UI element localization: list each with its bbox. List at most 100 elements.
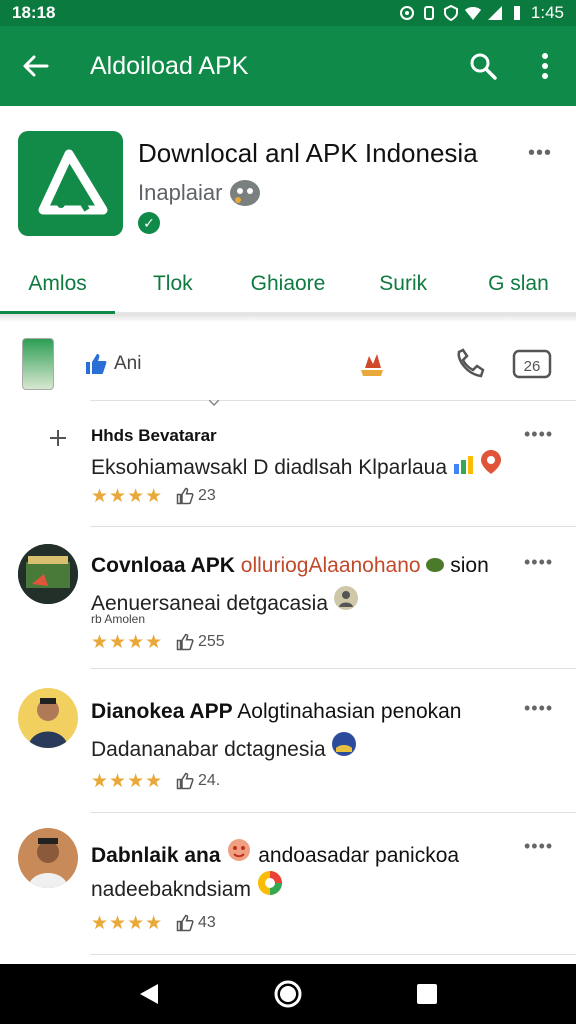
calendar-icon[interactable]: 26 (512, 346, 552, 382)
square-recents-icon (416, 984, 437, 1004)
svg-text:26: 26 (524, 358, 541, 375)
like-filter-label: Ani (114, 353, 142, 374)
tab-ghiaore[interactable]: Ghiaore (230, 256, 345, 312)
thumbs-up-icon (176, 772, 194, 790)
tab-tlok[interactable]: Tlok (115, 256, 230, 312)
verified-badge-icon: ✓ (138, 212, 160, 234)
triangle-back-icon (140, 984, 159, 1004)
status-icons: 1:45 (399, 3, 564, 23)
like-filter[interactable]: Ani (84, 352, 141, 376)
battery-icon (513, 6, 520, 20)
filter-row: Ani 26 (0, 330, 576, 398)
review-more-button[interactable]: •••• (524, 836, 553, 857)
like-count: 23 (198, 487, 216, 504)
review-author: Hhds Bevatarar (91, 426, 217, 445)
header-more-button[interactable]: ••• (528, 142, 552, 165)
tab-bar: Amlos Tlok Ghiaore Surik G slan (0, 256, 576, 314)
avatar[interactable] (18, 688, 78, 748)
developer-name[interactable]: Inaplaiar (138, 180, 222, 206)
globe-icon (331, 732, 356, 756)
like-count: 255 (198, 633, 225, 650)
thumbs-up-icon (86, 354, 107, 374)
status-time-right: 1:45 (530, 3, 564, 22)
divider (90, 812, 576, 813)
developer-avatar-icon (230, 180, 261, 206)
call-icon[interactable] (450, 346, 490, 382)
review-author: Covnloaa APK (91, 554, 235, 577)
developer-row[interactable]: Inaplaiar (138, 178, 262, 208)
app-logo-icon (18, 131, 123, 236)
phone-thumbnail-icon[interactable] (22, 338, 54, 390)
review-author: Dabnlaik ana (91, 844, 221, 867)
tab-shadow (0, 314, 576, 322)
bar-chart-icon (453, 456, 473, 474)
screen: 18:18 1:45 Aldoiload APK Downlocal anl A… (0, 0, 576, 1024)
review-text: Eksohiamawsakl D diadlsah Klparlaua (91, 450, 501, 480)
app-name: Downlocal anl APK Indonesia (138, 138, 478, 168)
back-button[interactable] (0, 26, 70, 106)
search-button[interactable] (452, 26, 514, 106)
circle-home-icon (274, 980, 302, 1008)
nav-back-button[interactable] (134, 979, 164, 1009)
review-body: Dadananabar dctagnesia (91, 738, 326, 761)
star-rating: ★★★★ (91, 771, 164, 792)
google-icon (257, 871, 282, 895)
app-bar: Aldoiload APK (0, 26, 576, 106)
review-title: andoasadar panickoa (258, 844, 460, 867)
vibrate-icon (423, 6, 434, 20)
avatar[interactable] (18, 828, 78, 888)
star-rating: ★★★★ (91, 486, 164, 507)
app-header: Downlocal anl APK Indonesia Inaplaiar ✓ … (0, 106, 576, 256)
review-body: Eksohiamawsakl D diadlsah Klparlaua (91, 456, 448, 479)
review-likes[interactable]: 23 (176, 487, 216, 505)
emoji-icon (426, 558, 445, 572)
overflow-menu-button[interactable] (514, 26, 576, 106)
alarm-icon (399, 6, 414, 20)
person-avatar-icon (333, 586, 358, 610)
divider (90, 954, 576, 955)
app-bar-title: Aldoiload APK (90, 51, 249, 80)
review-title: olluriogAlaanohano (240, 554, 421, 577)
review-author: Dianokea APP (91, 700, 233, 723)
review-title-tail: sion (450, 554, 489, 577)
review-more-button[interactable]: •••• (524, 552, 553, 573)
review-text: Dadananabar dctagnesia (91, 732, 356, 762)
shield-icon (443, 5, 458, 21)
thumbs-up-icon (176, 914, 194, 932)
review-more-button[interactable]: •••• (524, 424, 553, 445)
tab-g-slan[interactable]: G slan (461, 256, 576, 312)
review-text: nadeebakndsiam (91, 870, 283, 902)
thumbs-up-icon (176, 487, 194, 505)
review-author-line: Covnloaa APK olluriogAlaanohano sion (91, 554, 489, 578)
tab-amlos[interactable]: Amlos (0, 256, 116, 314)
review-likes[interactable]: 43 (176, 914, 216, 932)
nav-recents-button[interactable] (412, 979, 442, 1009)
review-likes[interactable]: 24. (176, 772, 220, 790)
system-nav-bar (0, 964, 576, 1024)
trophy-icon[interactable] (352, 346, 392, 382)
avatar[interactable] (18, 544, 78, 604)
review-author-line: Dabnlaik ana andoasadar panickoa (91, 838, 459, 868)
caret-down-icon (209, 400, 219, 406)
divider (90, 526, 576, 527)
arrow-back-icon (23, 55, 49, 77)
review-likes[interactable]: 255 (176, 633, 225, 651)
review-more-button[interactable]: •••• (524, 698, 553, 719)
star-rating: ★★★★ (91, 632, 164, 653)
pin-icon (50, 430, 66, 446)
tab-surik[interactable]: Surik (346, 256, 461, 312)
signal-icon (487, 6, 502, 20)
review-body: nadeebakndsiam (91, 878, 251, 901)
more-vert-icon (542, 53, 548, 79)
like-count: 43 (198, 914, 216, 931)
review-subtitle: rb Amolen (91, 612, 146, 626)
review-title: Aolgtinahasian penokan (237, 700, 462, 723)
nav-home-button[interactable] (273, 979, 303, 1009)
like-count: 24. (198, 772, 221, 789)
wifi-icon (464, 7, 481, 20)
status-time-left: 18:18 (12, 3, 56, 22)
thumbs-up-icon (176, 633, 194, 651)
star-rating: ★★★★ (91, 913, 164, 934)
location-pin-icon (480, 450, 501, 474)
divider (90, 668, 576, 669)
